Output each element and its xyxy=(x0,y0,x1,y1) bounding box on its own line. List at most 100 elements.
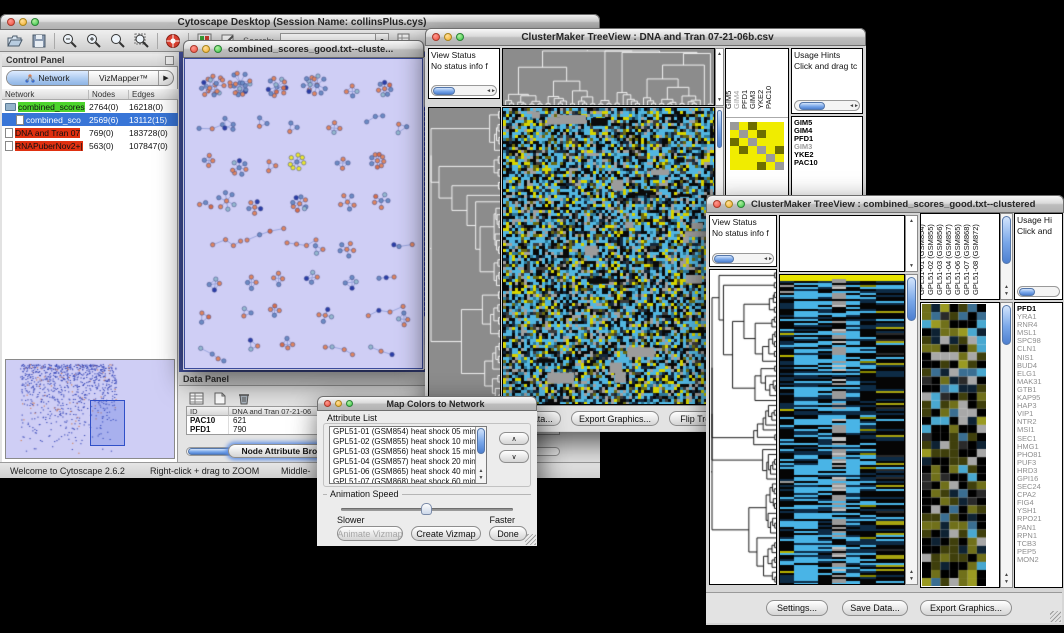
minimize-button[interactable] xyxy=(19,18,27,26)
attribute-item[interactable]: GPL51-03 (GSM856) heat shock 15 min xyxy=(330,447,476,457)
zoom-button[interactable] xyxy=(31,18,39,26)
close-button[interactable] xyxy=(190,45,198,53)
cluster-matrix-cell[interactable] xyxy=(757,122,766,130)
scrollbar-thumb[interactable] xyxy=(907,277,916,321)
scroll-up-icon[interactable]: ▲ xyxy=(906,218,917,224)
scrollbar-thumb[interactable] xyxy=(1002,305,1011,345)
resize-grip[interactable] xyxy=(525,534,536,545)
close-button[interactable] xyxy=(324,400,331,407)
zoom-button[interactable] xyxy=(456,33,464,41)
settings-button[interactable]: Settings... xyxy=(766,600,828,616)
minimize-button[interactable] xyxy=(335,400,342,407)
zoom-fit-icon[interactable] xyxy=(109,32,127,50)
zoom-selected-icon[interactable] xyxy=(133,32,151,50)
attribute-item[interactable]: GPL51-07 (GSM868) heat shock 60 min xyxy=(330,477,476,484)
zoom-out-icon[interactable] xyxy=(61,32,79,50)
scrollbar-thumb[interactable] xyxy=(477,428,485,454)
list-vscrollbar[interactable]: ▲ ▼ xyxy=(475,427,486,483)
gene-label[interactable]: PAC10 xyxy=(792,159,862,167)
scroll-down-icon[interactable]: ▼ xyxy=(906,576,917,582)
row-dendrogram-canvas[interactable] xyxy=(429,108,500,404)
scroll-down-icon[interactable]: ▼ xyxy=(1001,291,1012,297)
cluster-matrix-cell[interactable] xyxy=(748,122,757,130)
float-panel-icon[interactable] xyxy=(165,56,174,65)
scroll-up-icon[interactable]: ▲ xyxy=(906,569,917,575)
col-id[interactable]: ID xyxy=(187,407,229,416)
trash-icon[interactable] xyxy=(235,389,253,407)
cluster-matrix-cell[interactable] xyxy=(739,130,748,138)
cluster-matrix-cell[interactable] xyxy=(766,154,775,162)
help-lifering-icon[interactable] xyxy=(164,32,182,50)
cluster-matrix-cell[interactable] xyxy=(775,162,784,170)
cluster-matrix-cell[interactable] xyxy=(739,162,748,170)
attribute-item[interactable]: GPL51-04 (GSM857) heat shock 20 min xyxy=(330,457,476,467)
zoom-button[interactable] xyxy=(346,400,353,407)
zoom-button[interactable] xyxy=(214,45,222,53)
cluster-matrix-cell[interactable] xyxy=(730,138,739,146)
cluster-matrix-cell[interactable] xyxy=(748,138,757,146)
minimize-button[interactable] xyxy=(725,200,733,208)
close-button[interactable] xyxy=(713,200,721,208)
zoom-button[interactable] xyxy=(737,200,745,208)
col-network[interactable]: Network xyxy=(2,90,89,99)
scroll-up-icon[interactable]: ▲ xyxy=(716,51,723,57)
cluster-matrix-cell[interactable] xyxy=(757,130,766,138)
scroll-up-icon[interactable]: ▲ xyxy=(476,468,486,474)
scroll-right-icon[interactable]: ► xyxy=(768,256,773,262)
status-hscrollbar[interactable]: ◄ ► xyxy=(712,253,774,264)
close-button[interactable] xyxy=(7,18,15,26)
tab-more-icon[interactable]: ▶ xyxy=(159,71,173,85)
cluster-matrix-cell[interactable] xyxy=(757,154,766,162)
close-button[interactable] xyxy=(432,33,440,41)
cluster-matrix-cell[interactable] xyxy=(730,146,739,154)
scroll-down-icon[interactable]: ▼ xyxy=(906,263,917,269)
export-graphics-button[interactable]: Export Graphics... xyxy=(920,600,1012,616)
table-mode-icon[interactable] xyxy=(187,389,205,407)
cluster-matrix-cell[interactable] xyxy=(730,122,739,130)
move-up-button[interactable]: ∧ xyxy=(499,432,529,445)
minimize-button[interactable] xyxy=(444,33,452,41)
zoom-heatmap-canvas[interactable] xyxy=(922,304,986,586)
open-folder-icon[interactable] xyxy=(6,32,24,50)
cluster-matrix-cell[interactable] xyxy=(766,162,775,170)
scroll-right-icon[interactable]: ► xyxy=(854,103,859,109)
zoom-vscrollbar[interactable]: ▲ ▼ xyxy=(1000,302,1013,588)
animate-vizmap-button[interactable]: Animate Vizmap xyxy=(337,526,403,541)
network-row[interactable]: RNAPuberNov2+|563(0)107847(0) xyxy=(2,139,178,152)
cluster-matrix-cell[interactable] xyxy=(775,154,784,162)
network-row[interactable]: combined_sco2569(6)13112(15) xyxy=(2,113,178,126)
scrollbar-thumb[interactable] xyxy=(714,255,734,263)
hints-hscrollbar[interactable] xyxy=(1017,286,1060,297)
cluster-matrix-cell[interactable] xyxy=(739,154,748,162)
network-canvas[interactable] xyxy=(185,59,422,368)
cluster-matrix-cell[interactable] xyxy=(775,130,784,138)
attribute-item[interactable]: GPL51-01 (GSM854) heat shock 05 min xyxy=(330,427,476,437)
zoom-in-icon[interactable] xyxy=(85,32,103,50)
new-attribute-icon[interactable] xyxy=(211,389,229,407)
cluster-matrix-cell[interactable] xyxy=(730,154,739,162)
cluster-matrix-cell[interactable] xyxy=(757,146,766,154)
cluster-matrix-cell[interactable] xyxy=(757,138,766,146)
heatmap-vscrollbar[interactable]: ▲ ▼ xyxy=(905,274,918,585)
cluster-matrix-cell[interactable] xyxy=(775,138,784,146)
scrollbar-thumb[interactable] xyxy=(717,110,722,148)
save-icon[interactable] xyxy=(30,32,48,50)
cluster-matrix-cell[interactable] xyxy=(748,146,757,154)
cluster-matrix-cell[interactable] xyxy=(730,162,739,170)
attribute-item[interactable]: GPL51-06 (GSM865) heat shock 40 min xyxy=(330,467,476,477)
status-hscrollbar[interactable]: ◄ ► xyxy=(431,85,497,96)
row-dendrogram-canvas[interactable] xyxy=(710,270,776,584)
cluster-matrix-cell[interactable] xyxy=(739,122,748,130)
cluster-matrix-cell[interactable] xyxy=(739,146,748,154)
cluster-matrix-cell[interactable] xyxy=(748,130,757,138)
heatmap-canvas[interactable] xyxy=(503,108,714,404)
create-vizmap-button[interactable]: Create Vizmap xyxy=(411,526,481,541)
heatmap-canvas[interactable] xyxy=(780,275,904,584)
network-view-titlebar[interactable]: combined_scores_good.txt--cluste... xyxy=(183,40,424,58)
cluster-matrix-cell[interactable] xyxy=(766,138,775,146)
column-dendrogram-canvas[interactable] xyxy=(503,49,714,105)
labels-vscrollbar[interactable]: ▲ ▼ xyxy=(1000,213,1013,300)
move-down-button[interactable]: ∨ xyxy=(499,450,529,463)
animation-slider-thumb[interactable] xyxy=(421,503,432,515)
scroll-right-icon[interactable]: ► xyxy=(491,88,496,94)
